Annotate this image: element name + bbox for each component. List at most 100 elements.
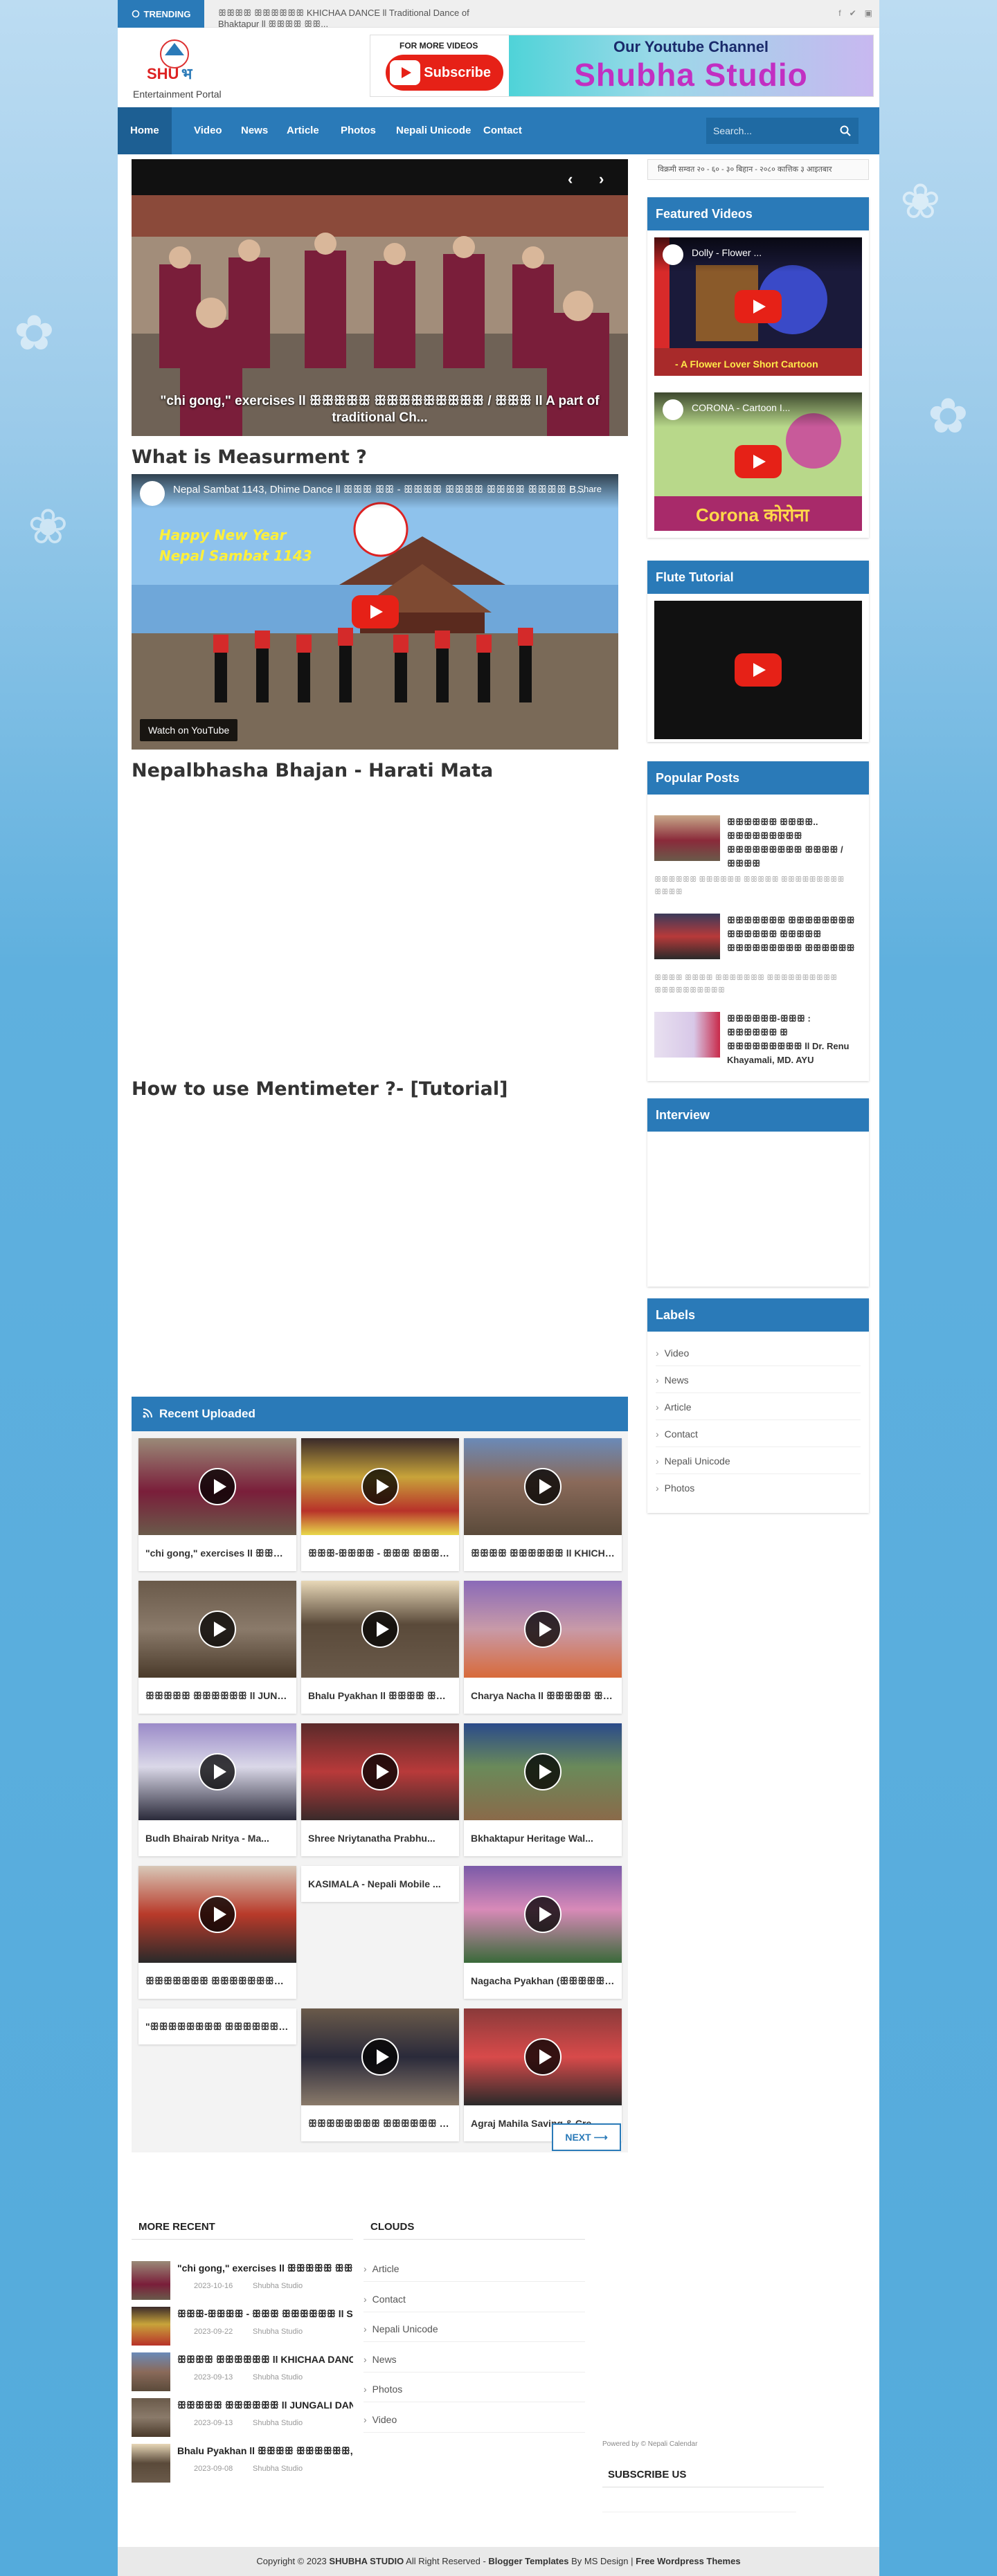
more-recent-title-text[interactable]: ꕥꕥꕥꕥꕥ ꕥꕥꕥꕥꕥꕥ ll JUNGALI DANCE l [177, 2400, 353, 2411]
label-photos[interactable]: Photos [656, 1475, 861, 1501]
video-card[interactable]: ꕥꕥꕥꕥ ꕥꕥꕥꕥꕥꕥ ll KHICHAA D... [464, 1438, 622, 1571]
more-recent-title-text[interactable]: ꕥꕥꕥ-ꕥꕥꕥꕥ - ꕥꕥꕥ ꕥꕥꕥꕥꕥꕥ ll Sher-S [177, 2308, 353, 2320]
youtube-icon[interactable]: ▣ [865, 8, 872, 18]
label-video[interactable]: Video [656, 1340, 861, 1366]
next-button[interactable]: NEXT ⟶ [552, 2123, 621, 2151]
video-card-title[interactable]: Charya Nacha ll ꕥꕥꕥꕥꕥ ꕥꕥꕥ... [464, 1678, 622, 1714]
channel-avatar[interactable] [663, 244, 683, 265]
youtube-play-icon[interactable] [735, 290, 782, 323]
video-card-title[interactable]: Shree Nriytanatha Prabhu... [301, 1820, 459, 1856]
slider-prev-icon[interactable]: ‹ [568, 170, 573, 188]
video-card-title[interactable]: ꕥꕥꕥꕥꕥ ꕥꕥꕥꕥꕥꕥ ll JUNGALI D... [138, 1678, 296, 1714]
share-button[interactable]: Share [577, 484, 602, 494]
play-icon[interactable] [361, 1611, 399, 1648]
video-embed-bhajan[interactable] [132, 789, 618, 1066]
nav-home[interactable]: Home [118, 107, 172, 154]
video-card[interactable]: ꕥꕥꕥꕥꕥꕥꕥ ꕥꕥꕥꕥꕥꕥꕥꕥꕥ ꕥꕥꕥꕥ... [138, 1866, 296, 1999]
play-icon[interactable] [524, 2038, 562, 2076]
play-icon[interactable] [199, 1896, 236, 1933]
post-author[interactable]: Shubha Studio [253, 2328, 303, 2336]
youtube-play-icon[interactable] [735, 653, 782, 687]
copyright-brand[interactable]: SHUBHA STUDIO [329, 2556, 404, 2566]
post-author[interactable]: Shubha Studio [253, 2373, 303, 2382]
facebook-icon[interactable]: f [838, 8, 841, 18]
video-card-title[interactable]: Nagacha Pyakhan (ꕥꕥꕥꕥꕥꕥ... [464, 1963, 622, 1999]
channel-avatar[interactable] [663, 399, 683, 420]
popular-post-item[interactable]: ꕥꕥꕥꕥꕥꕥ ꕥꕥꕥꕥ.. ꕥꕥꕥꕥꕥꕥꕥꕥꕥ ꕥꕥꕥꕥꕥꕥꕥꕥꕥ ꕥꕥꕥꕥ /… [654, 815, 862, 898]
video-card[interactable]: "ꕥꕥꕥꕥꕥꕥꕥꕥ ꕥꕥꕥꕥꕥꕥꕥ ꕥꕥꕥꕥꕥ... [138, 2008, 296, 2044]
more-recent-item[interactable]: ꕥꕥꕥꕥ ꕥꕥꕥꕥꕥꕥ ll KHICHAA DANCE ll 2023-09-… [132, 2352, 353, 2394]
video-card-title[interactable]: "ꕥꕥꕥꕥꕥꕥꕥꕥ ꕥꕥꕥꕥꕥꕥꕥ ꕥꕥꕥꕥꕥ... [138, 2008, 296, 2044]
nav-photos[interactable]: Photos [328, 107, 388, 154]
popular-post-title[interactable]: ꕥꕥꕥꕥꕥꕥ-ꕥꕥꕥ : ꕥꕥꕥꕥꕥꕥ ꕥ ꕥꕥꕥꕥꕥꕥꕥꕥꕥ ll Dr. R… [727, 1012, 862, 1067]
post-author[interactable]: Shubha Studio [253, 2419, 303, 2427]
featured-video-corona[interactable]: Corona कोरोना CORONA - Cartoon I... [654, 392, 862, 531]
slider-next-icon[interactable]: › [599, 170, 604, 188]
cloud-photos[interactable]: Photos [363, 2376, 585, 2402]
play-icon[interactable] [524, 1896, 562, 1933]
video-card[interactable]: Agraj Mahila Saving & Cre... [464, 2008, 622, 2141]
more-recent-title-text[interactable]: Bhalu Pyakhan ll ꕥꕥꕥꕥ ꕥꕥꕥꕥꕥꕥ, ꕥ [177, 2445, 353, 2457]
video-card-title[interactable]: Bkhaktapur Heritage Wal... [464, 1820, 622, 1856]
play-icon[interactable] [199, 1468, 236, 1505]
search-icon[interactable] [839, 125, 852, 137]
nepali-calendar-credit[interactable]: Powered by © Nepali Calendar [602, 2440, 697, 2448]
play-icon[interactable] [361, 1753, 399, 1790]
nav-article[interactable]: Article [274, 107, 332, 154]
cloud-video[interactable]: Video [363, 2406, 585, 2433]
video-card[interactable]: ꕥꕥꕥꕥꕥꕥꕥꕥ ꕥꕥꕥꕥꕥꕥ ꕥꕥꕥꕥꕥꕥꕥꕥ... [301, 2008, 459, 2141]
video-card[interactable]: ꕥꕥꕥ-ꕥꕥꕥꕥ - ꕥꕥꕥ ꕥꕥꕥꕥꕥꕥ ll S... [301, 1438, 459, 1571]
more-recent-title-text[interactable]: ꕥꕥꕥꕥ ꕥꕥꕥꕥꕥꕥ ll KHICHAA DANCE ll [177, 2354, 353, 2366]
popular-post-title[interactable]: ꕥꕥꕥꕥꕥꕥ ꕥꕥꕥꕥ.. ꕥꕥꕥꕥꕥꕥꕥꕥꕥ ꕥꕥꕥꕥꕥꕥꕥꕥꕥ ꕥꕥꕥꕥ /… [727, 815, 862, 871]
post-author[interactable]: Shubha Studio [253, 2465, 303, 2473]
video-card[interactable]: Shree Nriytanatha Prabhu... [301, 1723, 459, 1856]
more-recent-item[interactable]: Bhalu Pyakhan ll ꕥꕥꕥꕥ ꕥꕥꕥꕥꕥꕥ, ꕥ 2023-09-… [132, 2444, 353, 2485]
video-card-title[interactable]: KASIMALA - Nepali Mobile ... [301, 1866, 459, 1902]
blogger-templates-link[interactable]: Blogger Templates [488, 2556, 568, 2566]
wordpress-themes-link[interactable]: Free Wordpress Themes [636, 2556, 740, 2566]
more-recent-item[interactable]: ꕥꕥꕥꕥꕥ ꕥꕥꕥꕥꕥꕥ ll JUNGALI DANCE l 2023-09-… [132, 2398, 353, 2440]
video-title[interactable]: CORONA - Cartoon I... [692, 402, 790, 413]
play-icon[interactable] [361, 2038, 399, 2076]
slider-caption[interactable]: "chi gong," exercises ll ꕥꕥꕥꕥꕥ ꕥꕥꕥꕥꕥꕥꕥꕥꕥ… [132, 393, 628, 426]
post-title-measurement[interactable]: What is Measurment ? [132, 446, 367, 468]
video-card[interactable]: Bkhaktapur Heritage Wal... [464, 1723, 622, 1856]
play-icon[interactable] [361, 1468, 399, 1505]
popular-post-title[interactable]: ꕥꕥꕥꕥꕥꕥꕥ ꕥꕥꕥꕥꕥꕥꕥꕥ ꕥꕥꕥꕥꕥꕥ ꕥꕥꕥꕥꕥ ꕥꕥꕥꕥꕥꕥꕥꕥꕥ … [727, 914, 862, 955]
post-title-bhajan[interactable]: Nepalbhasha Bhajan - Harati Mata [132, 760, 493, 781]
search-input[interactable] [706, 118, 831, 144]
play-icon[interactable] [524, 1611, 562, 1648]
cloud-contact[interactable]: Contact [363, 2286, 585, 2312]
post-author[interactable]: Shubha Studio [253, 2282, 303, 2290]
flute-video-embed[interactable] [654, 601, 862, 739]
video-embed-nepal-sambat[interactable]: Happy New Year Nepal Sambat 1143 Nepal S… [132, 474, 618, 750]
site-logo[interactable]: SHU भ [133, 37, 216, 86]
video-card[interactable]: Nagacha Pyakhan (ꕥꕥꕥꕥꕥꕥ... [464, 1866, 622, 1999]
label-article[interactable]: Article [656, 1394, 861, 1420]
more-recent-item[interactable]: "chi gong," exercises ll ꕥꕥꕥꕥꕥ ꕥꕥ 2023-1… [132, 2261, 353, 2303]
play-icon[interactable] [524, 1468, 562, 1505]
nav-video[interactable]: Video [181, 107, 235, 154]
video-card-title[interactable]: ꕥꕥꕥꕥ ꕥꕥꕥꕥꕥꕥ ll KHICHAA D... [464, 1535, 622, 1571]
featured-video-dolly[interactable]: - A Flower Lover Short Cartoon Dolly - F… [654, 237, 862, 376]
twitter-icon[interactable]: ✔ [850, 8, 856, 18]
subscribe-button[interactable]: Subscribe [386, 55, 503, 91]
youtube-banner[interactable]: FOR MORE VIDEOS Subscribe Our Youtube Ch… [370, 35, 874, 97]
video-embed-mentimeter[interactable] [132, 1107, 618, 1384]
post-title-mentimeter[interactable]: How to use Mentimeter ?- [Tutorial] [132, 1078, 508, 1100]
nav-news[interactable]: News [228, 107, 280, 154]
cloud-nepali-unicode[interactable]: Nepali Unicode [363, 2316, 585, 2342]
play-icon[interactable] [199, 1611, 236, 1648]
video-card[interactable]: ꕥꕥꕥꕥꕥ ꕥꕥꕥꕥꕥꕥ ll JUNGALI D... [138, 1581, 296, 1714]
video-card[interactable]: Bhalu Pyakhan ll ꕥꕥꕥꕥ ꕥꕥ... [301, 1581, 459, 1714]
video-card-title[interactable]: ꕥꕥꕥ-ꕥꕥꕥꕥ - ꕥꕥꕥ ꕥꕥꕥꕥꕥꕥ ll S... [301, 1535, 459, 1571]
play-icon[interactable] [199, 1753, 236, 1790]
nav-nepali-unicode[interactable]: Nepali Unicode [384, 107, 483, 154]
cloud-news[interactable]: News [363, 2346, 585, 2373]
youtube-play-icon[interactable] [735, 445, 782, 478]
label-contact[interactable]: Contact [656, 1421, 861, 1447]
cloud-article[interactable]: Article [363, 2256, 585, 2282]
more-recent-title-text[interactable]: "chi gong," exercises ll ꕥꕥꕥꕥꕥ ꕥꕥ [177, 2262, 353, 2274]
video-title[interactable]: Nepal Sambat 1143, Dhime Dance ll ꕥꕥꕥ ꕥꕥ… [173, 484, 585, 496]
video-card-title[interactable]: Budh Bhairab Nritya - Ma... [138, 1820, 296, 1856]
